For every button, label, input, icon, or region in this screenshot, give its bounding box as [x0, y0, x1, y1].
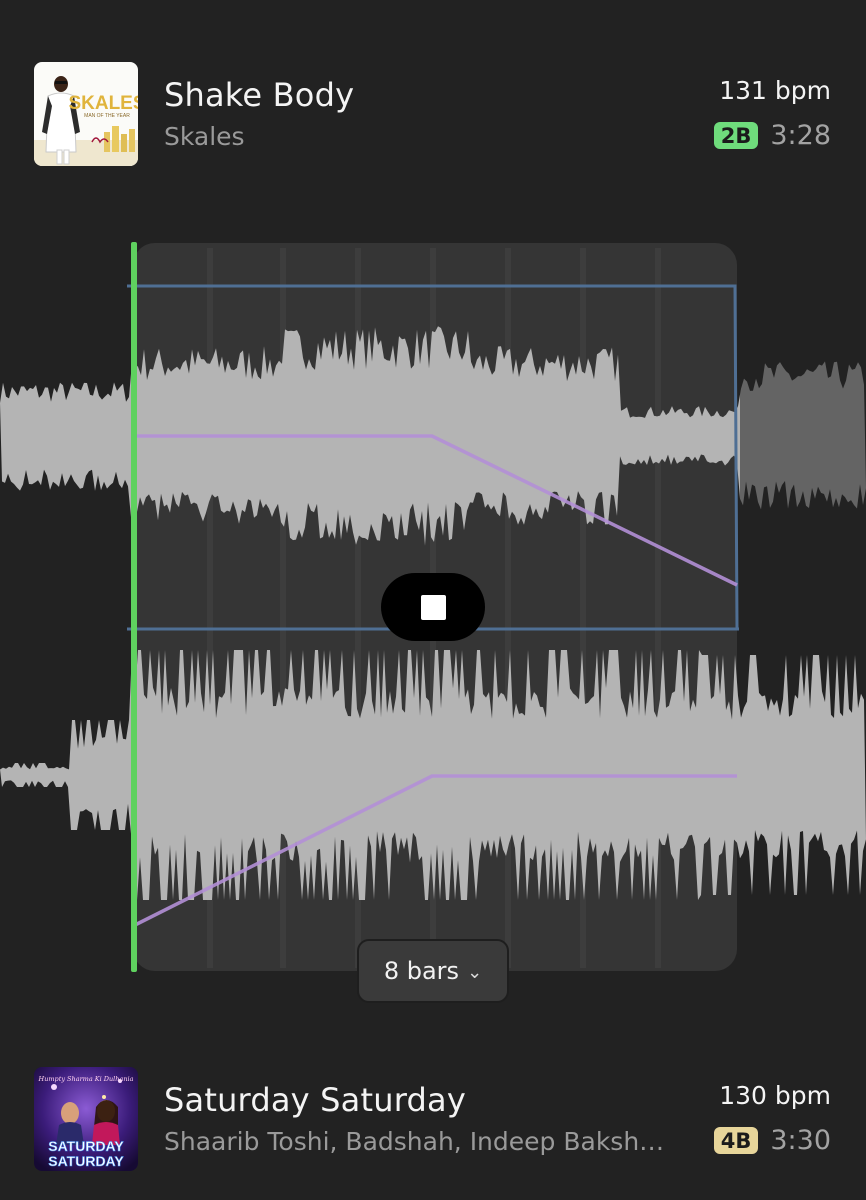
track-bpm: 131 bpm [719, 76, 831, 105]
track-meta: 2B 3:28 [713, 120, 831, 151]
key-badge: 2B [713, 122, 759, 149]
track-artist: Skales [164, 122, 245, 151]
cover-subtext: MAN OF THE YEAR [84, 113, 130, 119]
album-cover-saturday-saturday: Humpty Sharma Ki Dulhania SATURDAY SATUR… [34, 1067, 138, 1171]
stop-icon [420, 594, 446, 620]
track-bpm: 130 bpm [719, 1081, 831, 1110]
incoming-track[interactable]: Humpty Sharma Ki Dulhania SATURDAY SATUR… [0, 1063, 866, 1173]
cover-artist-text: SKALES [68, 93, 138, 114]
track-artist: Shaarib Toshi, Badshah, Indeep Bakshi, A… [164, 1127, 669, 1156]
stop-button[interactable] [381, 573, 485, 641]
chevron-down-icon: ⌄ [467, 961, 483, 983]
track-meta: 4B 3:30 [713, 1125, 831, 1156]
transition-length-dropdown[interactable]: 8 bars ⌄ [357, 939, 509, 1003]
outgoing-track[interactable]: SKALES MAN OF THE YEAR Shake Body Skales… [0, 58, 866, 168]
track-duration: 3:28 [770, 120, 831, 151]
track-title: Shake Body [164, 76, 355, 114]
cover-script-text: Humpty Sharma Ki Dulhania [38, 1075, 134, 1083]
transition-length-label: 8 bars [383, 957, 460, 985]
track-title: Saturday Saturday [164, 1081, 466, 1119]
cover-title-line-2: SATURDAY [48, 1153, 124, 1169]
key-badge: 4B [713, 1127, 759, 1154]
playhead [131, 242, 137, 972]
outgoing-tail-shade [740, 320, 866, 560]
album-cover-skales: SKALES MAN OF THE YEAR [34, 62, 138, 166]
track-duration: 3:30 [770, 1125, 831, 1156]
cover-title-line-1: SATURDAY [48, 1138, 124, 1154]
